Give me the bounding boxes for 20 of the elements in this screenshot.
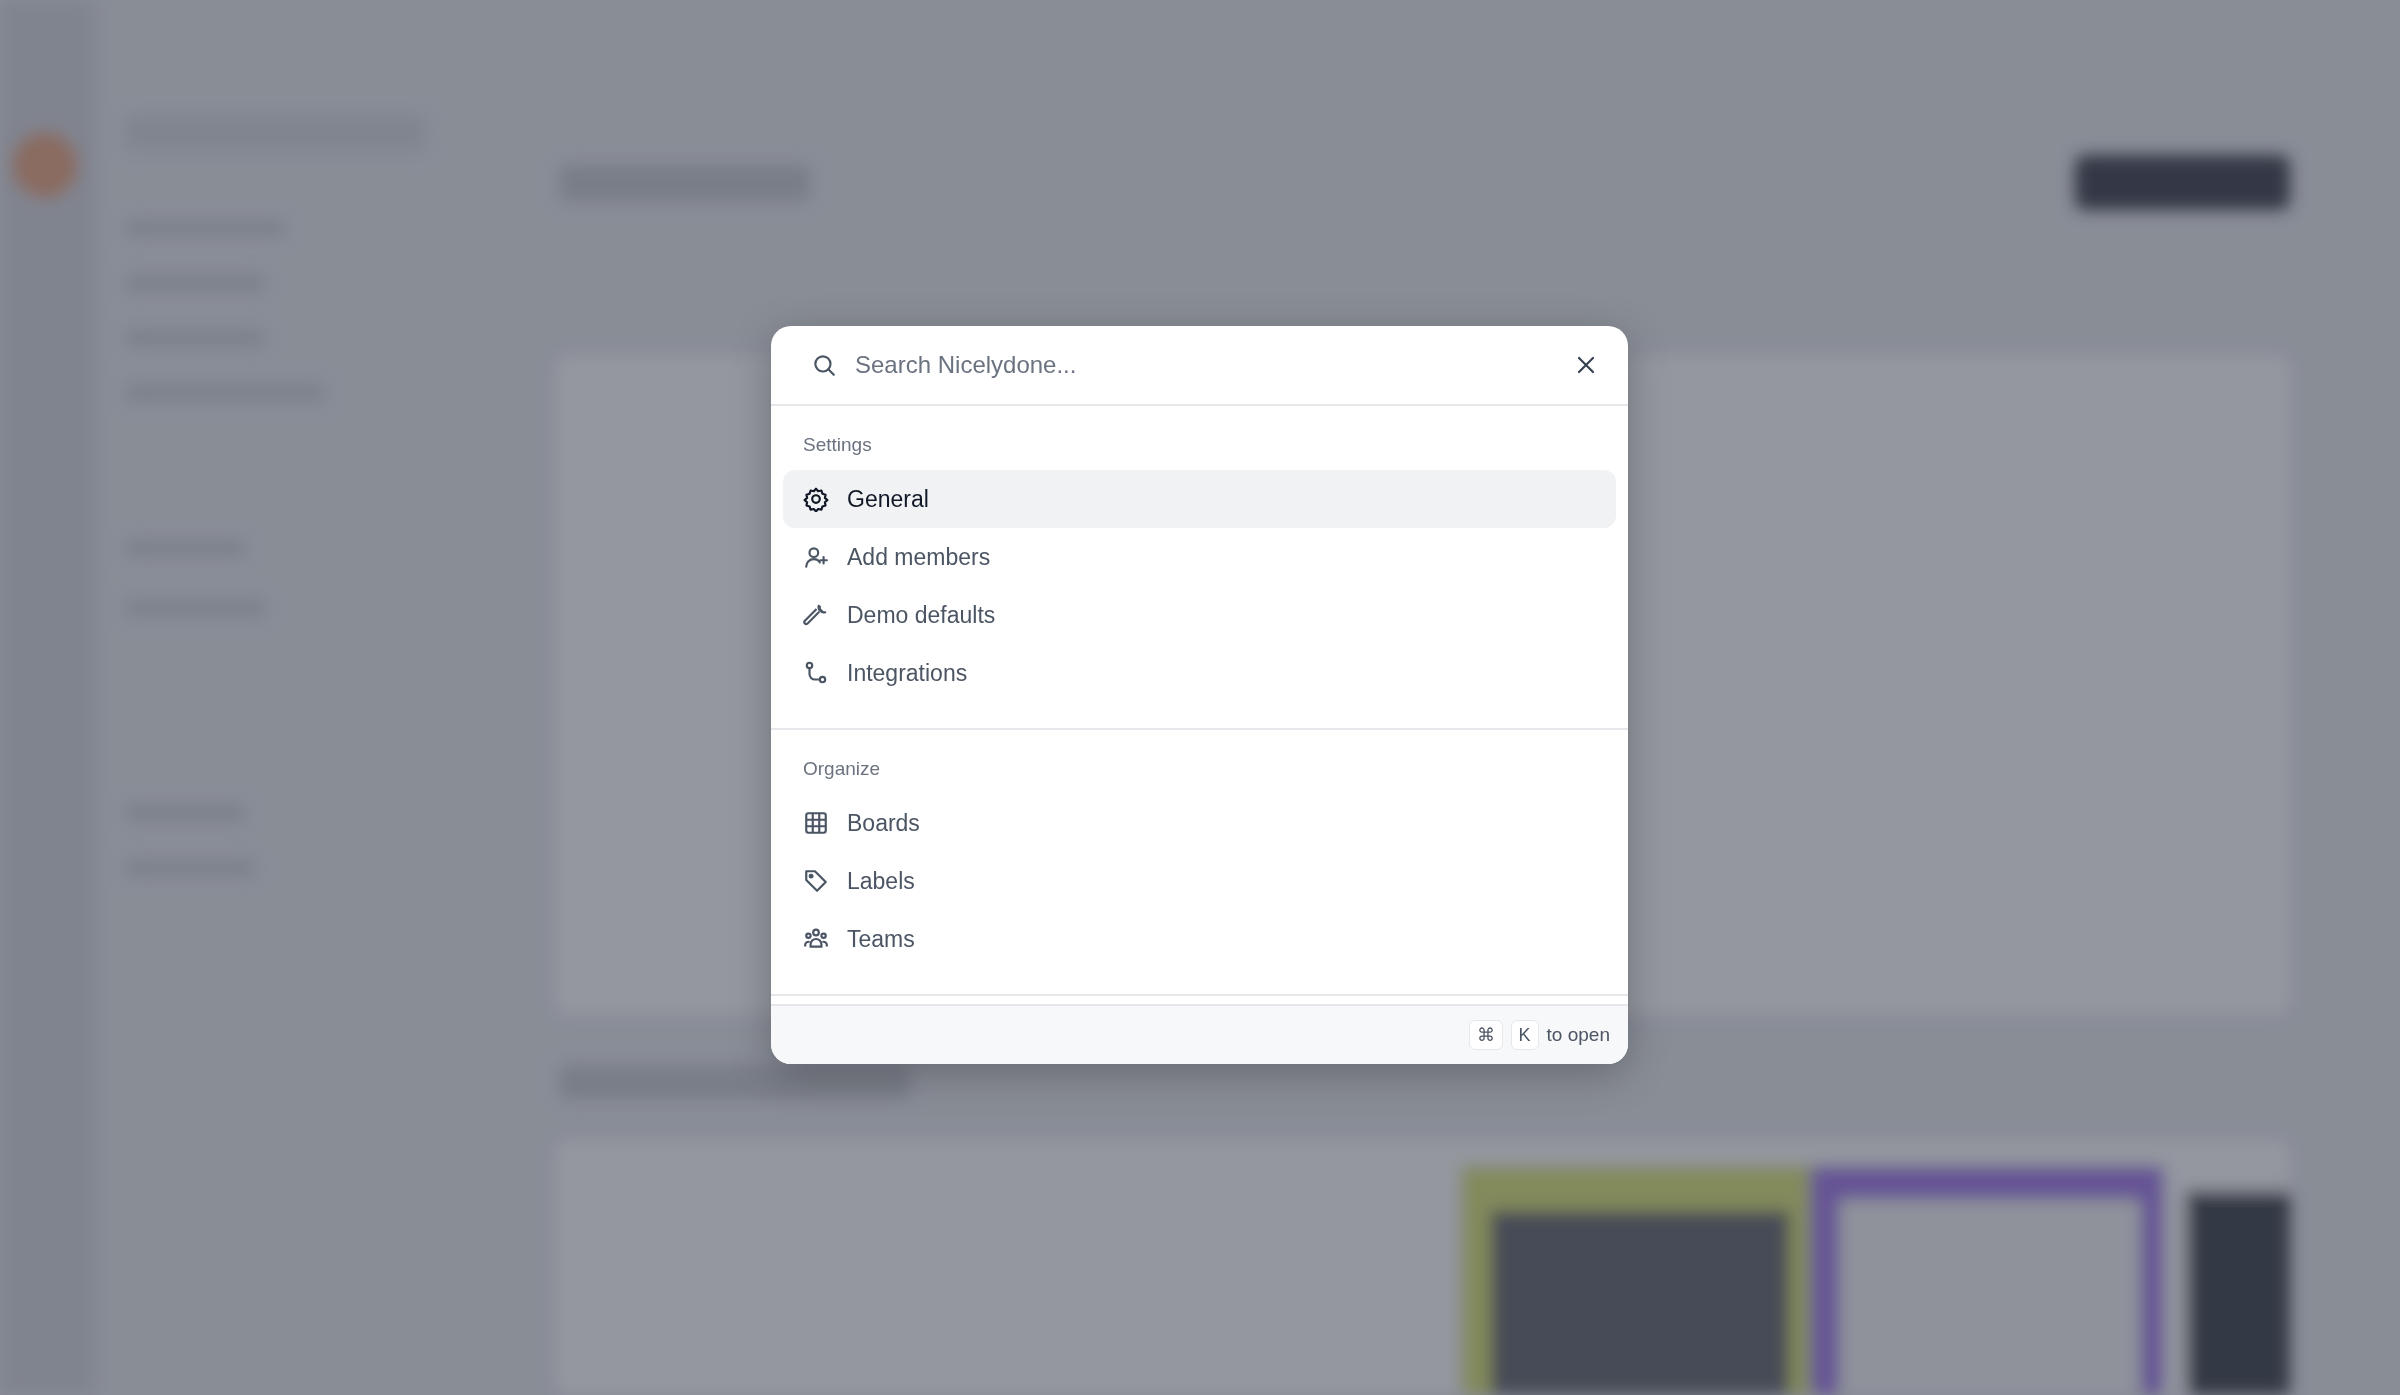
shortcut-hint: to open: [1546, 1024, 1610, 1046]
grid-icon: [803, 810, 829, 836]
search-icon: [811, 352, 837, 378]
key-hint: K: [1510, 1020, 1539, 1050]
gear-icon: [803, 486, 829, 512]
menu-item[interactable]: Teams: [783, 910, 1616, 968]
wrench-icon: [803, 602, 829, 628]
search-field[interactable]: Search Nicelydone...: [855, 351, 1556, 379]
menu-item[interactable]: Demo defaults: [783, 586, 1616, 644]
tag-icon: [803, 868, 829, 894]
section-heading: Organize: [802, 757, 882, 781]
key-hint: ⌘: [1468, 1020, 1503, 1050]
menu-item[interactable]: General: [783, 470, 1616, 528]
user-plus-icon: [803, 544, 829, 570]
menu-item[interactable]: Labels: [783, 852, 1616, 910]
menu-item[interactable]: Add members: [783, 528, 1616, 586]
section-heading: Settings: [802, 433, 873, 457]
menu-item[interactable]: Integrations: [783, 644, 1616, 702]
branch-icon: [803, 660, 829, 686]
menu-item[interactable]: Boards: [783, 794, 1616, 852]
